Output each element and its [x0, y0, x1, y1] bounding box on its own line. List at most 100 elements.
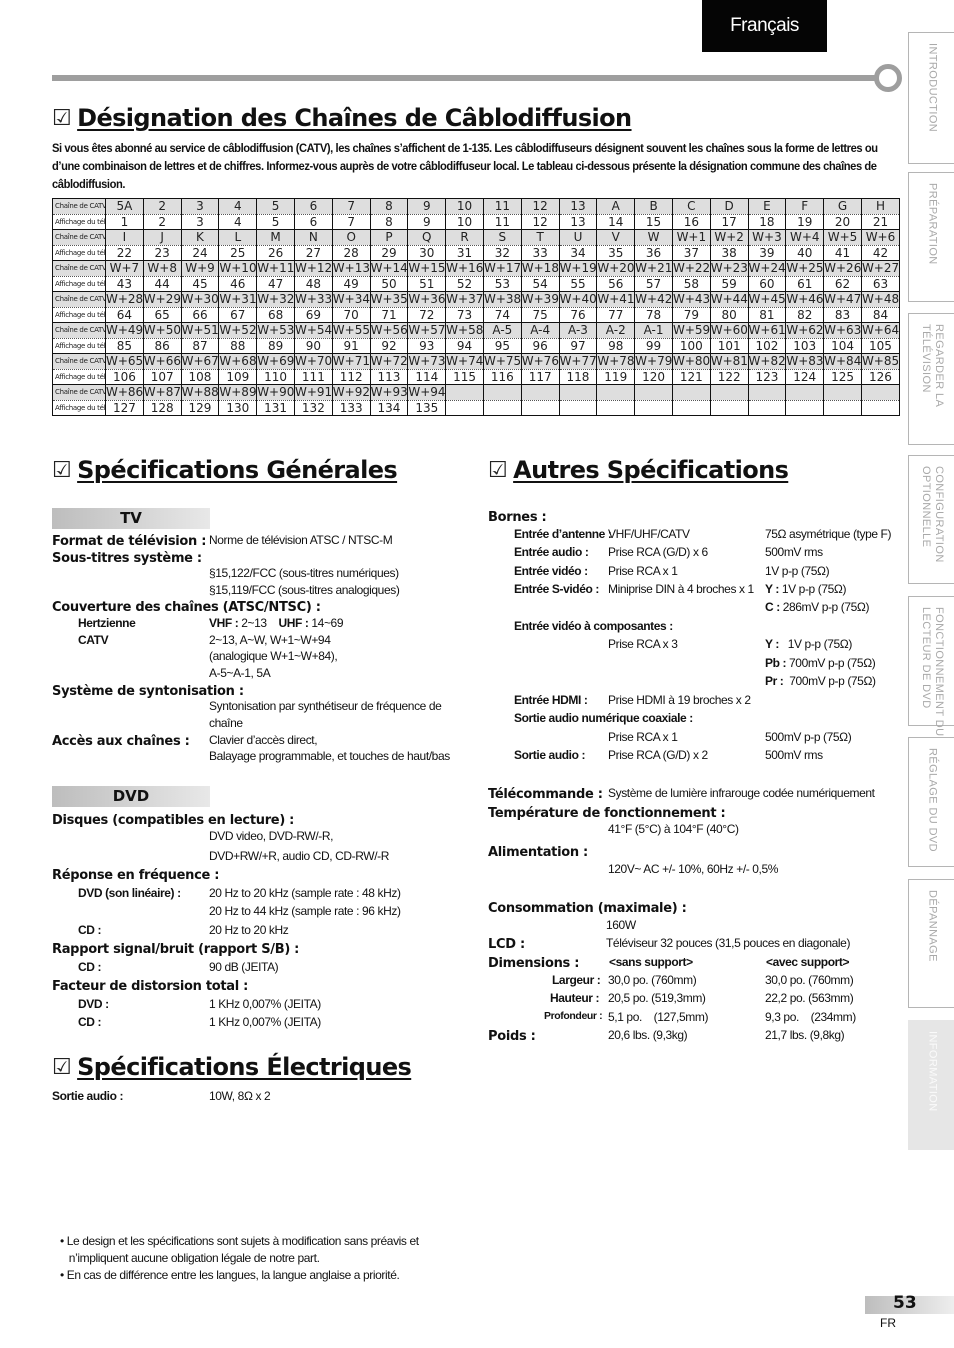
spec-depth-label: Profondeur : — [544, 1010, 603, 1022]
tv-display-cell: 5 — [256, 214, 295, 230]
spec-thd-cd: 1 KHz 0,007% (JEITA) — [209, 1015, 321, 1029]
tv-display-cell: 23 — [142, 245, 182, 261]
catv-channel-cell: W+34 — [331, 291, 371, 308]
catv-channel-cell: W+16 — [445, 260, 484, 277]
tv-display-row: Affichage du téléviseur12345678910111213… — [52, 214, 901, 230]
catv-channel-cell: 9 — [407, 198, 447, 215]
tv-display-cell: 6 — [293, 214, 333, 230]
tv-display-cell: 134 — [369, 400, 409, 416]
spec-weight-with: 21,7 lbs. (9,8kg) — [765, 1028, 845, 1042]
side-tab-introduction[interactable]: INTRODUCTION — [908, 32, 954, 164]
spec-freq-cd: 20 Hz to 20 kHz — [209, 923, 289, 937]
catv-channel-cell: A-2 — [596, 322, 636, 339]
tv-display-cell: 112 — [331, 369, 371, 385]
tv-display-cell: 43 — [105, 276, 144, 292]
catv-channel-cell: W+81 — [709, 353, 749, 370]
tv-display-cell: 91 — [331, 338, 371, 354]
tv-display-cell: 94 — [445, 338, 484, 354]
tv-display-cell: 76 — [558, 307, 598, 323]
row-label: Chaîne de CATV — [52, 198, 106, 215]
catv-channel-cell: O — [331, 229, 371, 246]
spec-discs-label: Disques (compatibles en lecture) : — [52, 813, 295, 828]
spec-subtitles-2: §15,119/FCC (sous-titres analogiques) — [209, 583, 400, 597]
tv-display-cell: 62 — [823, 276, 862, 292]
side-tab-information[interactable]: INFORMATION — [908, 1020, 954, 1150]
tv-display-cell: 55 — [558, 276, 598, 292]
side-tab-dvd-operation[interactable]: FONCTIONNEMENT DU LECTEUR DE DVD — [908, 596, 954, 736]
spec-access-label: Accès aux chaînes : — [52, 734, 190, 749]
spec-snr-cd-label: CD : — [78, 960, 102, 974]
tv-display-cell: 1 — [105, 214, 144, 230]
catv-channel-cell: W+65 — [105, 353, 144, 370]
tv-display-cell: 127 — [105, 400, 144, 416]
tv-display-cell: 118 — [558, 369, 598, 385]
spec-hertz-value: VHF : 2~13 UHF : 14~69 — [209, 616, 344, 630]
tv-display-cell — [634, 400, 673, 416]
catv-channel-cell: W+62 — [785, 322, 825, 339]
tv-display-cell: 17 — [709, 214, 749, 230]
catv-channel-cell: W+23 — [709, 260, 749, 277]
page-number: 53 — [893, 1293, 917, 1313]
catv-channel-cell: 5A — [105, 198, 144, 215]
spec-catv-label: CATV — [78, 633, 109, 647]
tv-display-cell: 74 — [482, 307, 522, 323]
spec-width-without: 30,0 po. (760mm) — [608, 973, 697, 987]
tv-display-cell: 53 — [482, 276, 522, 292]
tv-display-cell: 58 — [671, 276, 711, 292]
other-specs-title: Autres Spécifications — [513, 456, 789, 484]
tv-display-cell: 52 — [445, 276, 484, 292]
catv-channel-cell: W+25 — [785, 260, 825, 277]
spec-terminals-label: Bornes : — [488, 510, 547, 525]
spec-tuning-1: Syntonisation par synthétiseur de fréque… — [209, 699, 442, 713]
catv-channel-cell: W+56 — [369, 322, 409, 339]
spec-thd-dvd: 1 KHz 0,007% (JEITA) — [209, 997, 321, 1011]
side-tab-preparation[interactable]: PRÉPARATION — [908, 172, 954, 302]
side-tab-troubleshooting[interactable]: DÉPANNAGE — [908, 879, 954, 1008]
tv-display-cell: 64 — [105, 307, 144, 323]
catv-channel-cell: W+33 — [293, 291, 333, 308]
catv-channel-cell: S — [482, 229, 522, 246]
tv-display-cell: 99 — [634, 338, 673, 354]
catv-channel-cell: W+87 — [142, 384, 182, 401]
tv-display-cell: 116 — [482, 369, 522, 385]
tv-display-cell: 29 — [369, 245, 409, 261]
tv-display-row: Affichage du téléviseur43444546474849505… — [52, 276, 901, 292]
side-tab-optional-setup[interactable]: CONFIGURATION OPTIONNELLE — [908, 455, 954, 584]
catv-channel-cell: W+73 — [407, 353, 447, 370]
catv-channel-cell: W+79 — [634, 353, 673, 370]
spec-thd-cd-label: CD : — [78, 1015, 102, 1029]
catv-channel-cell: W+51 — [180, 322, 220, 339]
tv-display-cell: 106 — [105, 369, 144, 385]
side-tab-watching-tv[interactable]: REGARDER LA TÉLÉVISION — [908, 313, 954, 445]
tv-display-cell: 85 — [105, 338, 144, 354]
spec-thd-dvd-label: DVD : — [78, 997, 109, 1011]
catv-channel-cell: 12 — [520, 198, 560, 215]
tv-display-cell: 110 — [256, 369, 295, 385]
catv-channel-cell: W+15 — [407, 260, 447, 277]
general-specs-heading: ☑ Spécifications Générales — [52, 456, 398, 484]
tv-display-cell: 60 — [747, 276, 787, 292]
catv-channel-cell: W+66 — [142, 353, 182, 370]
spec-coverage-label: Couverture des chaînes (ATSC/NTSC) : — [52, 600, 321, 615]
tv-display-cell: 79 — [671, 307, 711, 323]
catv-channel-cell — [785, 384, 825, 401]
catv-channel-cell: K — [180, 229, 220, 246]
tv-display-row: Affichage du téléviseur85868788899091929… — [52, 338, 901, 354]
spec-consumption-label: Consommation (maximale) : — [488, 901, 687, 916]
spec-audio-in-spec: 500mV rms — [765, 545, 823, 559]
spec-freq-dvd-label: DVD (son linéaire) : — [78, 886, 181, 900]
catv-channel-cell: W+36 — [407, 291, 447, 308]
catv-channel-cell: I — [105, 229, 144, 246]
tv-display-cell: 132 — [293, 400, 333, 416]
catv-channel-cell: W+69 — [256, 353, 295, 370]
spec-depth-with: 9,3 po. (234mm) — [765, 1010, 856, 1024]
tv-display-cell: 15 — [634, 214, 673, 230]
catv-channel-cell: A-3 — [558, 322, 598, 339]
language-tab: Français — [702, 0, 827, 52]
catv-channel-cell: 11 — [482, 198, 522, 215]
side-tab-dvd-setup[interactable]: RÉGLAGE DU DVD — [908, 737, 954, 867]
catv-channel-cell: W+24 — [747, 260, 787, 277]
tv-display-cell: 87 — [180, 338, 220, 354]
tv-display-cell: 131 — [256, 400, 295, 416]
tv-display-cell: 27 — [293, 245, 333, 261]
